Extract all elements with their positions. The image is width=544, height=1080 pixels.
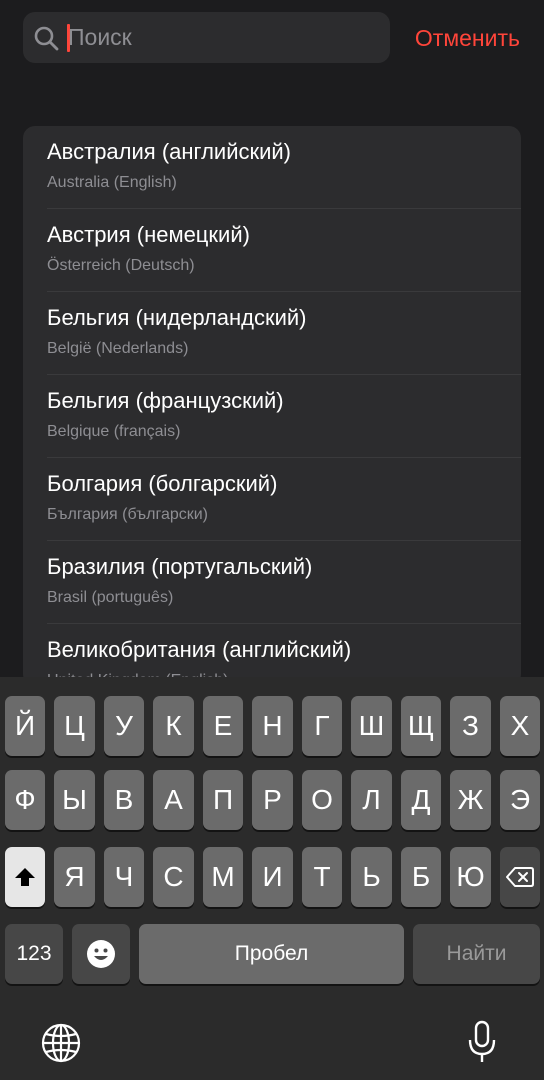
list-item-title: Бельгия (французский) (47, 388, 284, 413)
list-item-title: Болгария (болгарский) (47, 471, 278, 496)
key[interactable]: Ю (450, 847, 491, 907)
list-item[interactable]: Австралия (английский) Australia (Englis… (23, 126, 521, 209)
key[interactable]: Л (351, 770, 392, 830)
key[interactable]: Т (302, 847, 342, 907)
key[interactable]: Я (54, 847, 95, 907)
keyboard: Й Ц У К Е Н Г Ш Щ З Х Ф Ы В А П Р О Л Д … (0, 677, 544, 1080)
list-item-subtitle: Australia (English) (47, 174, 177, 191)
key[interactable]: И (252, 847, 293, 907)
key[interactable]: Е (203, 696, 243, 756)
key[interactable]: М (203, 847, 243, 907)
microphone-icon[interactable] (466, 1020, 498, 1064)
search-icon (33, 25, 59, 51)
list-item[interactable]: Болгария (болгарский) България (българск… (23, 458, 521, 541)
shift-icon (14, 866, 36, 888)
list-item-title: Австралия (английский) (47, 139, 292, 164)
key[interactable]: Н (252, 696, 293, 756)
key[interactable]: Г (302, 696, 342, 756)
cancel-button[interactable]: Отменить (415, 22, 520, 54)
list-item[interactable]: Бразилия (португальский) Brasil (portugu… (23, 541, 521, 624)
list-item-subtitle: Belgique (français) (47, 423, 181, 440)
key[interactable]: А (153, 770, 194, 830)
list-item[interactable]: Бельгия (нидерландский) België (Nederlan… (23, 292, 521, 375)
list-item-subtitle: België (Nederlands) (47, 340, 189, 357)
key[interactable]: О (302, 770, 342, 830)
key[interactable]: Ч (104, 847, 144, 907)
search-key[interactable]: Найти (413, 924, 540, 984)
key[interactable]: Ц (54, 696, 95, 756)
list-item[interactable]: Австрия (немецкий) Österreich (Deutsch) (23, 209, 521, 292)
delete-key[interactable] (500, 847, 540, 907)
key[interactable]: Д (401, 770, 441, 830)
space-key[interactable]: Пробел (139, 924, 404, 984)
emoji-icon (86, 939, 116, 969)
list-item[interactable]: Бельгия (французский) Belgique (français… (23, 375, 521, 458)
key[interactable]: У (104, 696, 144, 756)
list-item-subtitle: България (български) (47, 506, 209, 523)
key[interactable]: В (104, 770, 144, 830)
list-item-title: Бразилия (португальский) (47, 554, 313, 579)
key[interactable]: З (450, 696, 491, 756)
key[interactable]: Ш (351, 696, 392, 756)
key[interactable]: К (153, 696, 194, 756)
key[interactable]: Й (5, 696, 45, 756)
globe-icon[interactable] (40, 1022, 82, 1064)
list-item-subtitle: Österreich (Deutsch) (47, 257, 195, 274)
key[interactable]: Ы (54, 770, 95, 830)
key[interactable]: Х (500, 696, 540, 756)
list-item-title: Австрия (немецкий) (47, 222, 250, 247)
delete-icon (506, 866, 534, 888)
key[interactable]: Ж (450, 770, 491, 830)
key[interactable]: П (203, 770, 243, 830)
key[interactable]: Р (252, 770, 293, 830)
numbers-key[interactable]: 123 (5, 924, 63, 984)
key[interactable]: Ь (351, 847, 392, 907)
list-item-title: Великобритания (английский) (47, 637, 352, 662)
key[interactable]: Щ (401, 696, 441, 756)
key[interactable]: Э (500, 770, 540, 830)
shift-key[interactable] (5, 847, 45, 907)
search-input[interactable] (68, 12, 368, 63)
emoji-key[interactable] (72, 924, 130, 984)
key[interactable]: Б (401, 847, 441, 907)
list-item-title: Бельгия (нидерландский) (47, 305, 307, 330)
key[interactable]: Ф (5, 770, 45, 830)
list-item-subtitle: Brasil (português) (47, 589, 174, 606)
key[interactable]: С (153, 847, 194, 907)
region-list: Австралия (английский) Australia (Englis… (23, 126, 521, 686)
